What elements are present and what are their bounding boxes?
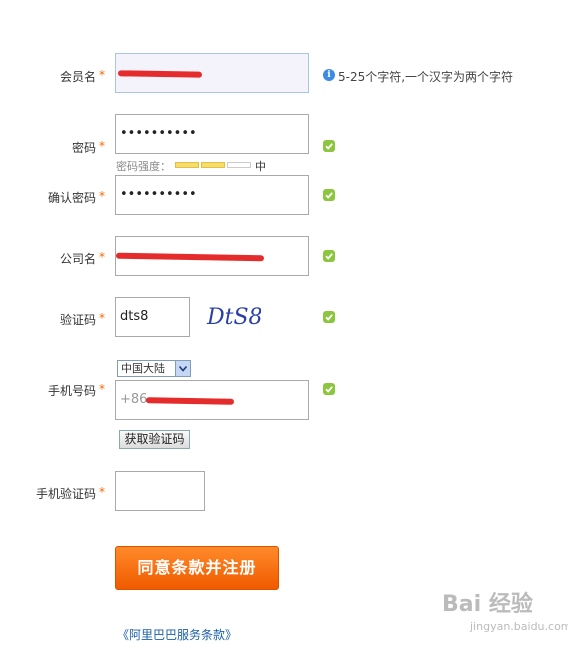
confirm-password-input[interactable]: ••••••••••: [115, 175, 309, 215]
baidu-watermark-url: jingyan.baidu.com: [470, 620, 568, 633]
password-label: 密码: [71, 141, 96, 155]
required-mark: *: [99, 382, 105, 396]
captcha-input[interactable]: dts8: [115, 297, 190, 337]
check-icon: [323, 189, 335, 201]
required-mark: *: [99, 139, 105, 153]
terms-link[interactable]: 《阿里巴巴服务条款》: [117, 626, 237, 643]
redaction-mark: [117, 70, 203, 78]
member-name-input[interactable]: [115, 53, 309, 93]
check-icon: [323, 311, 335, 323]
member-name-hint: 5-25个字符,一个汉字为两个字符: [338, 70, 514, 84]
required-mark: *: [99, 68, 105, 82]
captcha-label: 验证码: [59, 313, 96, 327]
required-mark: *: [99, 250, 105, 264]
check-icon: [323, 140, 335, 152]
baidu-watermark-logo: Bai 经验: [442, 592, 533, 617]
region-select-value: 中国大陆: [121, 362, 165, 375]
mobile-code-label: 手机验证码: [35, 487, 96, 501]
strength-bar-3: [227, 162, 251, 168]
confirm-password-label: 确认密码: [47, 191, 96, 205]
strength-bar-2: [201, 162, 225, 168]
check-icon: [323, 383, 335, 395]
region-select[interactable]: 中国大陆: [117, 360, 191, 377]
required-mark: *: [99, 485, 105, 499]
mobile-code-input[interactable]: [115, 471, 205, 511]
chevron-down-icon: [175, 361, 190, 376]
required-mark: *: [99, 189, 105, 203]
info-icon: i: [323, 69, 335, 81]
mobile-input[interactable]: +86: [115, 380, 309, 420]
redaction-mark: [145, 397, 235, 405]
password-input[interactable]: ••••••••••: [115, 114, 309, 154]
password-strength-label: 密码强度：: [116, 160, 171, 173]
company-label: 公司名: [59, 252, 96, 266]
mobile-label: 手机号码: [47, 384, 96, 398]
get-code-button[interactable]: 获取验证码: [119, 430, 190, 449]
company-input[interactable]: [115, 236, 309, 276]
redaction-mark: [116, 252, 265, 262]
svg-text:DtS8: DtS8: [206, 305, 261, 330]
check-icon: [323, 250, 335, 262]
member-name-label: 会员名: [59, 70, 96, 84]
agree-and-register-button[interactable]: 同意条款并注册: [115, 546, 279, 590]
required-mark: *: [99, 311, 105, 325]
mobile-prefix: +86: [120, 392, 148, 407]
captcha-image[interactable]: DtS8: [205, 302, 261, 330]
password-strength-value: 中: [255, 160, 266, 173]
strength-bar-1: [175, 162, 199, 168]
